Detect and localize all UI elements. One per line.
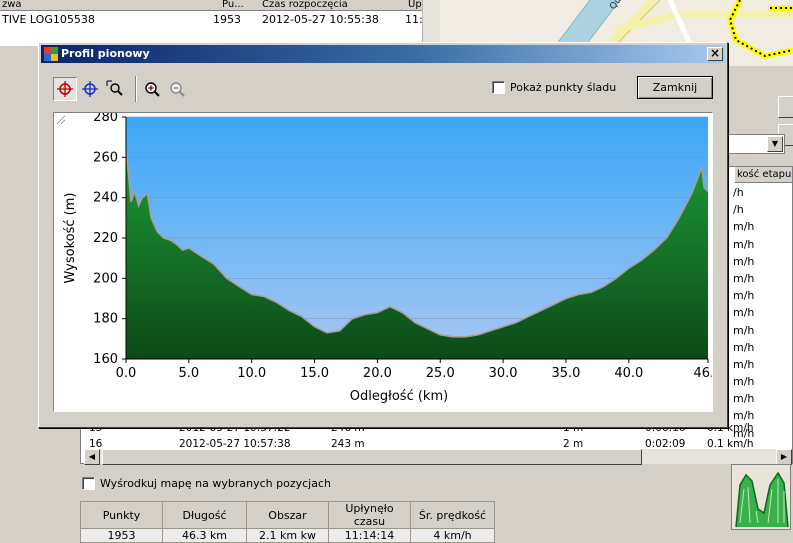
- zoom-tools: [139, 76, 190, 102]
- stat-elapsed-value: 11:14:14: [328, 528, 411, 543]
- dialog-title: Profil pionowy: [61, 47, 150, 60]
- x-tick-label: 30.0: [489, 366, 518, 381]
- stat-header: Obszar: [246, 501, 329, 529]
- show-track-points-label: Pokaż punkty śladu: [510, 81, 617, 94]
- speed-cell: m/h: [733, 340, 755, 354]
- scroll-thumb[interactable]: [102, 449, 642, 465]
- x-tick-label: 0.0: [116, 366, 137, 381]
- elevation-chart-panel: 160 180 200 220 240 260 280 0.0 5.0 10.0 15.0 20.0 2…: [53, 112, 713, 412]
- x-tick-label: 15.0: [300, 366, 329, 381]
- speed-cell: m/h: [733, 254, 755, 268]
- y-axis-label: Wysokość (m): [63, 193, 78, 284]
- x-tick-label: 5.0: [179, 366, 200, 381]
- column-header-start-time[interactable]: Czas rozpoczęcia: [262, 0, 348, 10]
- profile-thumbnail-icon: [735, 471, 789, 528]
- scroll-left-icon[interactable]: ◀: [84, 449, 100, 465]
- speed-cell: /h: [733, 186, 744, 199]
- x-tick-label: 46.3: [694, 366, 712, 381]
- right-panel-button-1[interactable]: [778, 96, 793, 118]
- stat-length-value: 46.3 km: [162, 528, 247, 543]
- track-list-row[interactable]: TIVE LOG105538 1953 2012-05-27 10:55:38 …: [0, 11, 422, 28]
- track-name-cell: TIVE LOG105538: [2, 13, 95, 26]
- speed-cell: m/h: [733, 220, 755, 234]
- center-map-label: Wyśrodkuj mapę na wybranych pozycjach: [100, 476, 331, 490]
- zoom-in-icon[interactable]: [140, 77, 164, 101]
- track-list-header: zwa Pu... Czas rozpoczęcia Up: [0, 0, 422, 11]
- stat-area-value: 2.1 km kw: [246, 528, 329, 543]
- x-tick-label: 40.0: [614, 366, 643, 381]
- resize-grip-icon[interactable]: [54, 113, 66, 125]
- crosshair-red-icon[interactable]: [53, 77, 77, 101]
- stat-header: Śr. prędkość: [410, 501, 495, 529]
- speed-cell: m/h: [733, 392, 755, 406]
- stat-header: Upłynęło czasu: [328, 501, 411, 529]
- speed-cell: m/h: [733, 375, 755, 389]
- speed-cell: m/h: [733, 289, 755, 303]
- table-horizontal-scrollbar[interactable]: ◀ ▶: [84, 448, 792, 465]
- scroll-right-icon[interactable]: ▶: [776, 449, 792, 465]
- close-dialog-button[interactable]: Zamknij: [637, 76, 713, 99]
- x-tick-label: 20.0: [363, 366, 392, 381]
- x-tick-label: 35.0: [551, 366, 580, 381]
- y-tick-label: 280: [93, 113, 118, 125]
- center-map-checkbox[interactable]: [82, 476, 95, 490]
- column-header-stage-speed[interactable]: kość etapu: [734, 167, 792, 183]
- combo-arrow-icon[interactable]: ▼: [767, 136, 783, 152]
- dialog-titlebar[interactable]: Profil pionowy ×: [41, 45, 725, 63]
- app-icon: [44, 47, 58, 61]
- track-start-cell: 2012-05-27 10:55:38: [262, 13, 379, 26]
- toolbar-separator: [135, 76, 137, 102]
- speed-cell: m/h: [733, 357, 755, 371]
- speed-cell: m/h: [733, 306, 755, 320]
- y-tick-label: 160: [93, 352, 118, 367]
- right-panel-combo[interactable]: ▼: [728, 134, 785, 154]
- column-header-up[interactable]: Up: [408, 0, 422, 10]
- crosshair-blue-icon[interactable]: [78, 77, 102, 101]
- elevation-profile-thumbnail[interactable]: [731, 464, 791, 530]
- show-track-points-option[interactable]: Pokaż punkty śladu: [492, 81, 616, 94]
- stat-header: Długość: [162, 501, 247, 529]
- y-tick-label: 180: [93, 312, 118, 327]
- cursor-tools: [52, 76, 128, 102]
- center-map-option[interactable]: Wyśrodkuj mapę na wybranych pozycjach: [82, 476, 331, 490]
- x-tick-label: 25.0: [426, 366, 455, 381]
- column-header-name[interactable]: zwa: [2, 0, 22, 10]
- speed-cell: /h: [733, 203, 744, 217]
- show-track-points-checkbox[interactable]: [492, 81, 505, 94]
- track-points-cell: 1953: [213, 13, 241, 26]
- stat-points-value: 1953: [80, 528, 163, 543]
- track-up-cell: 11:: [405, 13, 422, 26]
- x-axis-label: Odległość (km): [350, 389, 448, 404]
- close-icon[interactable]: ×: [707, 47, 723, 61]
- speed-cell: m/h: [733, 323, 755, 337]
- speed-cell: m/h: [733, 237, 755, 251]
- y-tick-label: 240: [93, 191, 118, 206]
- x-tick-label: 10.0: [237, 366, 266, 381]
- y-tick-label: 260: [93, 150, 118, 165]
- column-header-points[interactable]: Pu...: [222, 0, 244, 10]
- y-tick-label: 200: [93, 271, 118, 286]
- track-list-scrollbar[interactable]: [422, 0, 440, 44]
- zoom-select-icon[interactable]: [103, 77, 127, 101]
- elevation-chart[interactable]: 160 180 200 220 240 260 280 0.0 5.0 10.0 15.0 20.0 2…: [54, 113, 712, 411]
- stat-speed-value: 4 km/h: [410, 528, 495, 543]
- stat-header: Punkty: [80, 501, 163, 529]
- stage-speed-cells: /h /h m/h m/h m/h m/h m/h m/h m/h m/h m/…: [731, 184, 792, 442]
- track-statistics: Punkty Długość Obszar Upłynęło czasu Śr.…: [80, 501, 495, 543]
- y-tick-label: 220: [93, 231, 118, 246]
- zoom-out-icon[interactable]: [165, 77, 189, 101]
- speed-cell: m/h: [733, 271, 755, 285]
- elevation-profile-dialog: Profil pionowy × Pokaż punkty śladu Zamk…: [38, 42, 728, 428]
